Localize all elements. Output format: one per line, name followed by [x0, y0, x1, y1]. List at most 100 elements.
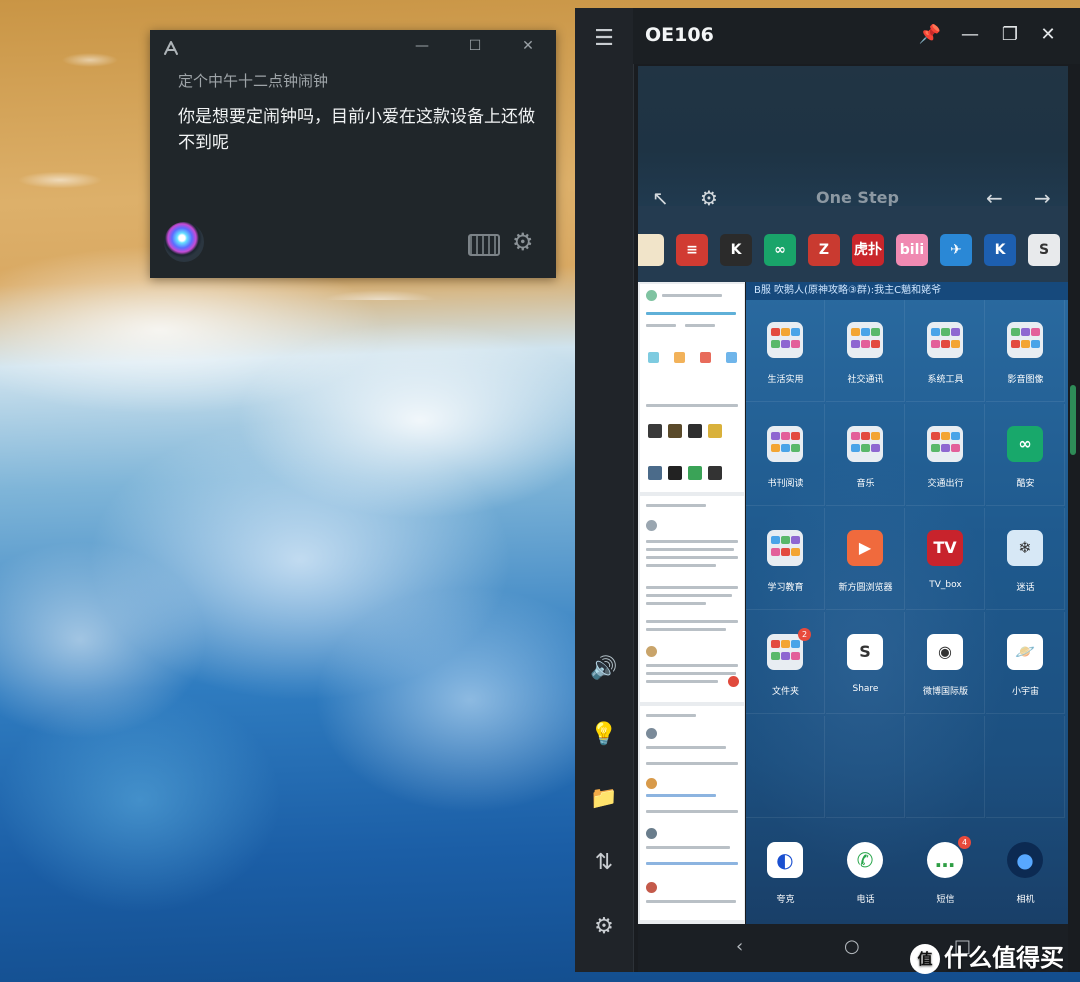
home-folder[interactable]: 2 文件夹	[746, 612, 825, 714]
home-folder[interactable]: 生活实用	[746, 300, 825, 402]
window-titlebar: OE106 📌 — ❐ ✕	[633, 8, 1080, 64]
window-minimize-button[interactable]: —	[957, 24, 983, 45]
folder-icon	[1007, 322, 1043, 358]
assistant-maximize-button[interactable]: ☐	[465, 38, 485, 54]
notification-text: B服 吹鹅人(原神攻略③群):我主C魈和姥爷	[754, 285, 942, 296]
onestep-app-icon[interactable]: ∞	[764, 234, 796, 266]
empty-grid-cell[interactable]	[746, 716, 825, 818]
folder-icon	[767, 530, 803, 566]
assistant-close-button[interactable]: ✕	[518, 38, 538, 54]
home-app[interactable]: TV TV_box	[906, 508, 985, 610]
assistant-query-text: 定个中午十二点钟闹钟	[178, 72, 329, 90]
menu-icon[interactable]: ☰	[575, 26, 633, 51]
recent-screen-thumb[interactable]	[640, 496, 744, 702]
home-folder[interactable]: 音乐	[826, 404, 905, 506]
assistant-dialog: — ☐ ✕ 定个中午十二点钟闹钟 你是想要定闹钟吗，目前小爱在这款设备上还做不到…	[150, 30, 556, 278]
site-watermark: 值什么值得买	[910, 938, 1064, 974]
home-item-label: 社交通讯	[847, 375, 884, 385]
home-app[interactable]: ◉ 微博国际版	[906, 612, 985, 714]
home-app[interactable]: S Share	[826, 612, 905, 714]
onestep-app-icon[interactable]: K	[984, 234, 1016, 266]
nav-back-button[interactable]: ‹	[736, 936, 743, 957]
app-icon: ●	[1007, 842, 1043, 878]
transfer-icon[interactable]: ⇅	[575, 850, 633, 875]
xiaoai-logo-icon	[162, 40, 180, 63]
onestep-app-icon[interactable]: ✈	[940, 234, 972, 266]
home-folder[interactable]: 系统工具	[906, 300, 985, 402]
onestep-app-icon[interactable]: Z	[808, 234, 840, 266]
dock-item-label: 短信	[936, 895, 955, 905]
onestep-app-icon[interactable]: S	[1028, 234, 1060, 266]
home-item-label: 迷话	[1016, 583, 1035, 593]
home-item-label: 学习教育	[767, 583, 804, 593]
folder-icon	[927, 322, 963, 358]
home-item-label: 新方圆浏览器	[838, 583, 893, 593]
dock-item-label: 电话	[856, 895, 875, 905]
app-icon: ◐	[767, 842, 803, 878]
folder-icon	[767, 634, 803, 670]
home-app[interactable]: ∞ 酷安	[986, 404, 1065, 506]
bulb-icon[interactable]: 💡	[575, 722, 633, 747]
empty-grid-cell[interactable]	[986, 716, 1065, 818]
onestep-app-icon[interactable]: 虎扑	[852, 234, 884, 266]
home-app[interactable]: ▶ 新方圆浏览器	[826, 508, 905, 610]
nav-home-button[interactable]: ○	[844, 936, 860, 957]
empty-grid-cell[interactable]	[826, 716, 905, 818]
home-item-label: 交通出行	[927, 479, 964, 489]
dock-item-label: 夸克	[776, 895, 795, 905]
onestep-app-icon[interactable]: bili	[896, 234, 928, 266]
home-item-label: 影音图像	[1007, 375, 1044, 385]
home-item-label: 文件夹	[771, 687, 799, 697]
onestep-app-icon[interactable]	[638, 234, 664, 266]
window-close-button[interactable]: ✕	[1035, 24, 1061, 45]
home-item-label: 书刊阅读	[767, 479, 804, 489]
empty-grid-cell[interactable]	[906, 716, 985, 818]
home-item-label: 微博国际版	[922, 687, 968, 697]
app-icon: TV	[927, 530, 963, 566]
folder-icon	[847, 322, 883, 358]
home-app[interactable]: 🪐 小宇宙	[986, 612, 1065, 714]
home-app[interactable]: ❄ 迷话	[986, 508, 1065, 610]
dock-app[interactable]: ◐ 夸克	[746, 820, 825, 922]
app-icon: ▶	[847, 530, 883, 566]
voice-orb-button[interactable]	[164, 222, 204, 262]
onestep-app-icon[interactable]: K	[720, 234, 752, 266]
home-item-label: 音乐	[856, 479, 875, 489]
watermark-logo-icon: 值	[910, 944, 940, 974]
window-title: OE106	[645, 24, 714, 46]
home-folder[interactable]: 影音图像	[986, 300, 1065, 402]
settings-icon[interactable]: ⚙	[575, 914, 633, 939]
recent-screens-column	[638, 282, 745, 924]
recent-screen-thumb[interactable]	[640, 284, 744, 492]
assistant-minimize-button[interactable]: —	[412, 38, 432, 54]
app-icon: ❄	[1007, 530, 1043, 566]
window-scroll-indicator[interactable]	[1070, 385, 1076, 455]
notification-badge: 4	[958, 836, 971, 849]
dock-app[interactable]: ✆ 电话	[826, 820, 905, 922]
assistant-settings-gear-icon[interactable]: ⚙	[512, 228, 534, 256]
pin-icon[interactable]: 📌	[917, 24, 943, 45]
dock-app[interactable]: ● 相机	[986, 820, 1065, 922]
home-folder[interactable]: 社交通讯	[826, 300, 905, 402]
dock-app[interactable]: … 4 短信	[906, 820, 985, 922]
notification-banner[interactable]: B服 吹鹅人(原神攻略③群):我主C魈和姥爷	[746, 282, 1068, 300]
recent-screen-thumb[interactable]	[640, 706, 744, 920]
folder-icon	[847, 426, 883, 462]
onestep-app-icon[interactable]: ≡	[676, 234, 708, 266]
volume-icon[interactable]: 🔊	[575, 656, 633, 681]
folder-icon	[927, 426, 963, 462]
keyboard-icon[interactable]	[468, 234, 500, 256]
folder-icon[interactable]: 📁	[575, 786, 633, 811]
assistant-reply-text: 你是想要定闹钟吗，目前小爱在这款设备上还做不到呢	[178, 107, 535, 153]
notification-badge: 2	[798, 628, 811, 641]
app-icon: S	[847, 634, 883, 670]
home-folder[interactable]: 书刊阅读	[746, 404, 825, 506]
watermark-text: 什么值得买	[944, 944, 1064, 972]
home-folder[interactable]: 学习教育	[746, 508, 825, 610]
onestep-title: One Step	[816, 188, 899, 207]
window-restore-button[interactable]: ❐	[997, 24, 1023, 45]
folder-icon	[767, 426, 803, 462]
home-item-label: 酷安	[1016, 479, 1035, 489]
home-folder[interactable]: 交通出行	[906, 404, 985, 506]
launcher-home-screen: B服 吹鹅人(原神攻略③群):我主C魈和姥爷 生活实用 社交通讯 系统工具 影音图像书…	[746, 282, 1068, 924]
